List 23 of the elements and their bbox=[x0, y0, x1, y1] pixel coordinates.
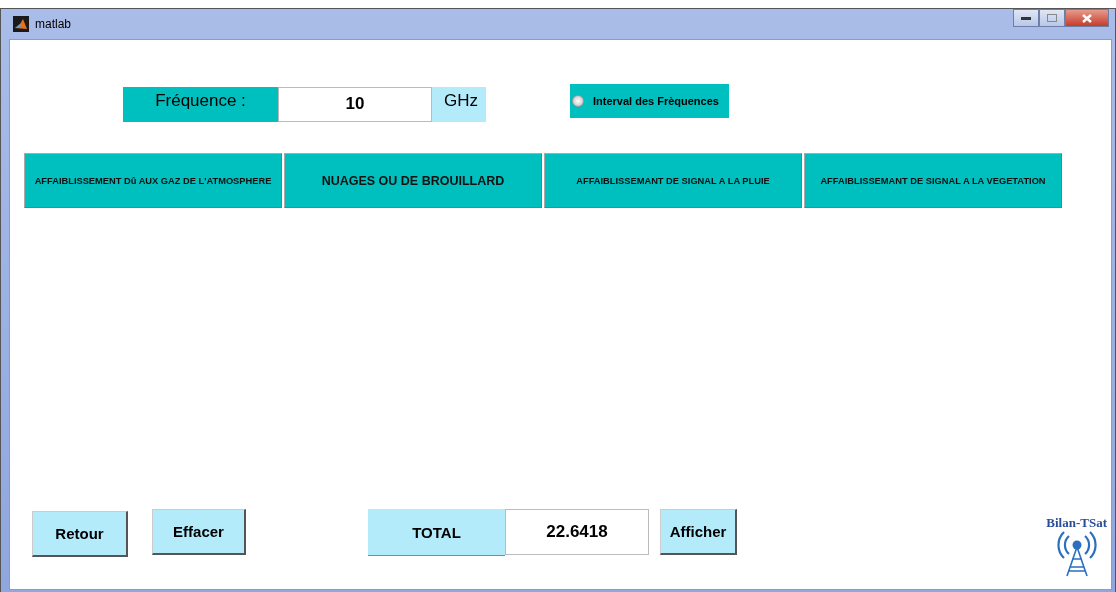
frequency-field[interactable]: 10 bbox=[278, 86, 432, 122]
category-button[interactable]: NUAGES OU DE BROUILLARD bbox=[284, 153, 542, 208]
maximize-icon bbox=[1047, 14, 1057, 22]
close-icon bbox=[1082, 13, 1092, 23]
total-label: TOTAL bbox=[368, 509, 505, 556]
display-button[interactable]: Afficher bbox=[660, 509, 737, 555]
app-icon bbox=[13, 16, 29, 32]
category-button[interactable]: AFFAIBLISSEMANT DE SIGNAL A LA PLUIE bbox=[544, 153, 802, 208]
category-button[interactable]: AFFAIBLISSEMANT DE SIGNAL A LA VEGETATION bbox=[804, 153, 1062, 208]
total-value: 22.6418 bbox=[505, 509, 649, 555]
action-button[interactable]: Effacer bbox=[152, 509, 246, 555]
radio-label: Interval des Frèquences bbox=[593, 95, 719, 107]
action-button[interactable]: Retour bbox=[32, 511, 128, 557]
minimize-button[interactable] bbox=[1013, 9, 1039, 27]
logo-text: Bilan-TSat bbox=[1046, 515, 1107, 531]
category-button[interactable]: AFFAIBLISSEMENT Dû AUX GAZ DE L'ATMOSPHERE bbox=[24, 153, 282, 208]
antenna-tower-icon bbox=[1056, 531, 1097, 577]
interval-radio[interactable]: Interval des Frèquences bbox=[570, 84, 729, 118]
minimize-icon bbox=[1021, 16, 1031, 20]
window-title: matlab bbox=[35, 17, 72, 31]
frequency-label: Fréquence : bbox=[123, 86, 278, 122]
unit-label: GHz bbox=[432, 86, 486, 122]
close-button[interactable] bbox=[1065, 9, 1109, 27]
